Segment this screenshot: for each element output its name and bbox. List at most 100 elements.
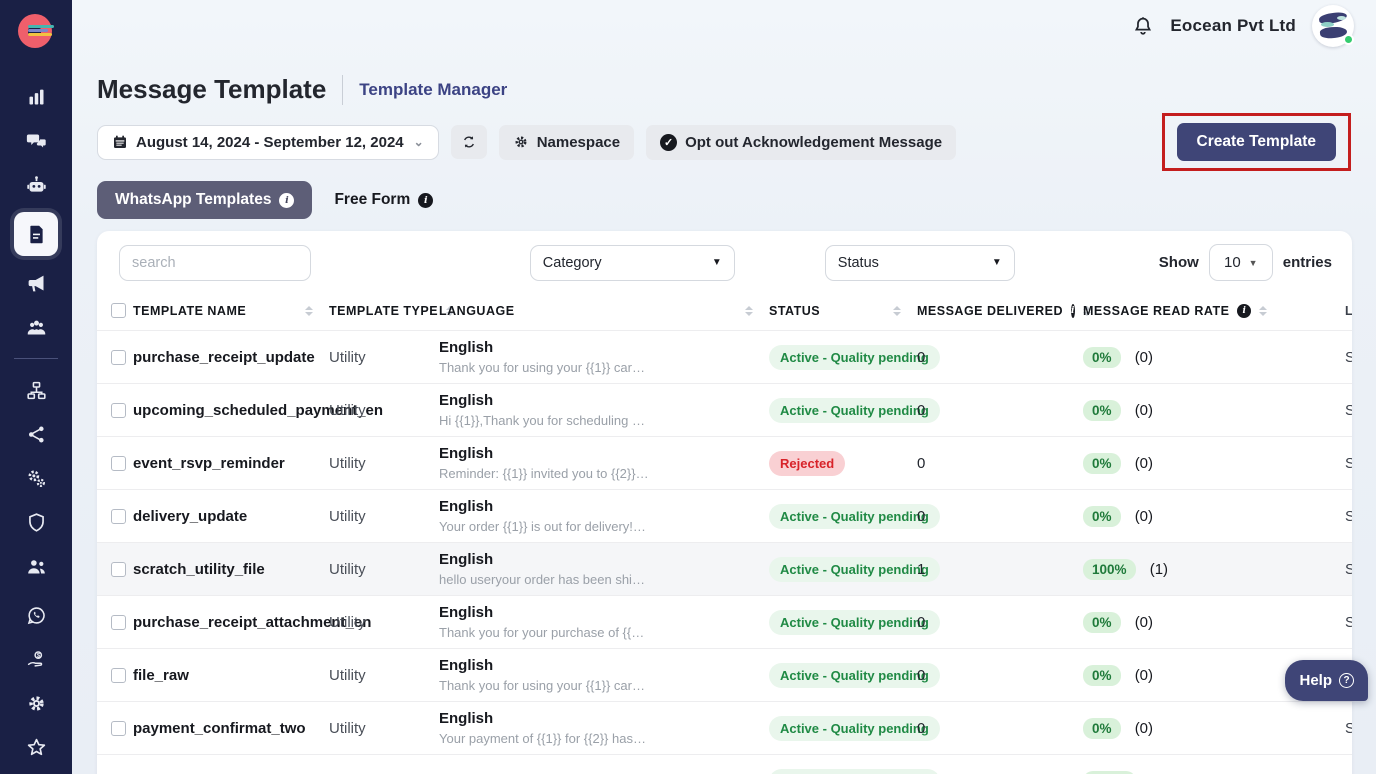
read-count: (0) — [1135, 455, 1153, 472]
language-name: English — [439, 603, 769, 623]
row-checkbox[interactable] — [111, 562, 126, 577]
table-row[interactable]: scratch_utility_file Utility English hel… — [97, 543, 1352, 596]
read-rate-badge: 0% — [1083, 665, 1121, 686]
template-snippet: Thank you for your purchase of {{… — [439, 624, 749, 642]
header-clipped-column[interactable]: L — [1345, 293, 1352, 331]
read-rate-cell: 100% (2) — [1083, 755, 1345, 774]
row-checkbox[interactable] — [111, 403, 126, 418]
delivered-cell: 0 — [917, 331, 1083, 384]
read-rate-cell: 0% (0) — [1083, 331, 1345, 384]
table-row[interactable]: file_raw Utility English Thank you for u… — [97, 649, 1352, 702]
table-row[interactable]: event_rsvp_reminder Utility English Remi… — [97, 437, 1352, 490]
templates-table: TEMPLATE NAME TEMPLATE TYPE — [97, 293, 1352, 774]
row-checkbox[interactable] — [111, 350, 126, 365]
shield-icon[interactable] — [14, 505, 58, 539]
table-row[interactable]: payment_confirmat_two Utility English Yo… — [97, 702, 1352, 755]
settings-icon[interactable] — [14, 686, 58, 720]
language-name: English — [439, 709, 769, 729]
language-name: English — [439, 338, 769, 358]
search-input[interactable] — [119, 245, 311, 281]
header-message-delivered[interactable]: MESSAGE DELIVERED i — [917, 293, 1083, 331]
read-rate-badge: 0% — [1083, 718, 1121, 739]
info-icon[interactable]: i — [279, 193, 294, 208]
account-avatar[interactable] — [1312, 5, 1354, 47]
info-icon[interactable]: i — [1071, 304, 1075, 318]
topbar: Eocean Pvt Ltd — [72, 0, 1376, 52]
delivered-cell: 0 — [917, 702, 1083, 755]
status-cell: Active - Quality pending — [769, 490, 917, 543]
sidebar: $ — [0, 0, 72, 774]
sidebar-divider — [14, 358, 58, 359]
language-name: English — [439, 391, 769, 411]
table-row[interactable]: upcoming_scheduled_payment_en Utility En… — [97, 384, 1352, 437]
tab-whatsapp-templates[interactable]: WhatsApp Templates i — [97, 181, 312, 219]
gears-icon[interactable] — [14, 461, 58, 495]
company-name: Eocean Pvt Ltd — [1170, 16, 1296, 36]
payout-icon[interactable]: $ — [14, 642, 58, 676]
date-range-picker[interactable]: August 14, 2024 - September 12, 2024 ⌄ — [97, 125, 439, 160]
language-cell: English Reminder: {{1}} invited you to {… — [439, 437, 769, 490]
customers-icon[interactable] — [14, 549, 58, 583]
read-rate-cell: 100% (1) — [1083, 543, 1345, 596]
template-type-cell: Utility — [329, 755, 439, 774]
row-checkbox[interactable] — [111, 456, 126, 471]
opt-out-acknowledgement-button[interactable]: ✓ Opt out Acknowledgement Message — [646, 125, 956, 160]
team-icon[interactable] — [14, 310, 58, 344]
refresh-button[interactable] — [451, 125, 487, 159]
namespace-label: Namespace — [537, 134, 620, 151]
header-template-name[interactable]: TEMPLATE NAME — [133, 293, 329, 331]
header-status[interactable]: STATUS — [769, 293, 917, 331]
info-icon[interactable]: i — [418, 193, 433, 208]
select-all-cell — [97, 293, 133, 331]
table-row[interactable]: delivery_update Utility English Your ord… — [97, 490, 1352, 543]
share-icon[interactable] — [14, 417, 58, 451]
language-cell: English Thank you for your purchase of {… — [439, 596, 769, 649]
status-badge: Rejected — [769, 451, 845, 476]
page-size-select[interactable]: 10 ▼ — [1209, 244, 1273, 281]
table-row[interactable]: purchase_receipt_update Utility English … — [97, 331, 1352, 384]
row-checkbox[interactable] — [111, 721, 126, 736]
table-row[interactable]: purchase_receipt_attachment_en Utility E… — [97, 596, 1352, 649]
row-checkbox[interactable] — [111, 668, 126, 683]
header-message-read-rate[interactable]: MESSAGE READ RATE i — [1083, 293, 1345, 331]
status-cell: Active - Quality pending — [769, 649, 917, 702]
language-name: English — [439, 550, 769, 570]
bar-chart-icon[interactable] — [14, 80, 58, 114]
create-template-button[interactable]: Create Template — [1177, 123, 1336, 161]
help-button[interactable]: Help ? — [1285, 660, 1368, 701]
whatsapp-icon[interactable] — [14, 598, 58, 632]
read-rate-badge: 0% — [1083, 347, 1121, 368]
notifications-bell-icon[interactable] — [1132, 15, 1154, 37]
language-cell: English Hi {{1}},Thank you for schedulin… — [439, 384, 769, 437]
main-content: Eocean Pvt Ltd Message Template Template… — [72, 0, 1376, 774]
tab-free-form[interactable]: Free Form i — [334, 181, 433, 219]
select-all-checkbox[interactable] — [111, 303, 126, 318]
template-snippet: Your payment of {{1}} for {{2}} has… — [439, 730, 749, 748]
category-dropdown[interactable]: Category ▼ — [530, 245, 735, 281]
row-checkbox[interactable] — [111, 615, 126, 630]
document-icon[interactable] — [14, 212, 58, 256]
read-count: (0) — [1135, 614, 1153, 631]
delivered-cell: 0 — [917, 596, 1083, 649]
table-body: purchase_receipt_update Utility English … — [97, 331, 1352, 774]
namespace-button[interactable]: Namespace — [499, 125, 634, 160]
header-language[interactable]: LANGUAGE — [439, 293, 769, 331]
sitemap-icon[interactable] — [14, 373, 58, 407]
info-icon[interactable]: i — [1237, 304, 1251, 318]
status-badge: Active - Quality pending — [769, 557, 940, 582]
table-row[interactable]: scratch_utility_two Utility English Acti… — [97, 755, 1352, 774]
status-badge: Active - Quality pending — [769, 663, 940, 688]
header-template-type[interactable]: TEMPLATE TYPE — [329, 293, 439, 331]
sidebar-bottom-nav: $ — [0, 598, 72, 764]
star-icon[interactable] — [14, 730, 58, 764]
breadcrumb-template-manager[interactable]: Template Manager — [359, 80, 507, 100]
bot-icon[interactable] — [14, 168, 58, 202]
status-dropdown[interactable]: Status ▼ — [825, 245, 1015, 281]
chat-icon[interactable] — [14, 124, 58, 158]
read-rate-cell: 0% (0) — [1083, 702, 1345, 755]
megaphone-icon[interactable] — [14, 266, 58, 300]
table-header-row: TEMPLATE NAME TEMPLATE TYPE — [97, 293, 1352, 331]
sort-arrows-icon — [305, 306, 313, 316]
template-name-cell: scratch_utility_file — [133, 543, 329, 596]
row-checkbox[interactable] — [111, 509, 126, 524]
